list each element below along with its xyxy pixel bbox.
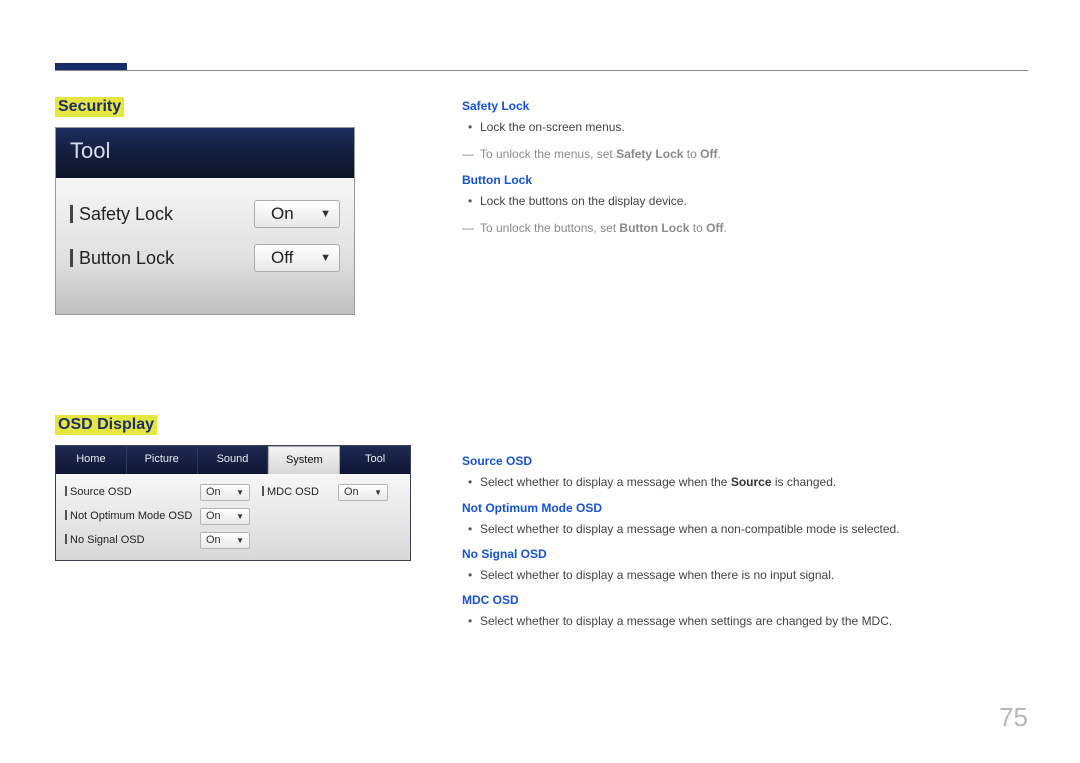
left-column: Security Tool Safety Lock On ▼ Button Lo…	[55, 97, 415, 561]
not-optimum-title: Not Optimum Mode OSD	[462, 501, 1042, 515]
osd-display-heading: OSD Display	[55, 415, 157, 435]
right-column: Safety Lock Lock the on-screen menus. To…	[462, 97, 1042, 640]
tab-home[interactable]: Home	[56, 446, 127, 474]
mdc-osd-title: MDC OSD	[462, 593, 1042, 607]
osd-item-label: MDC OSD	[262, 486, 338, 498]
tab-picture[interactable]: Picture	[127, 446, 198, 474]
list-item: Lock the buttons on the display device.	[462, 191, 1042, 211]
tab-sound[interactable]: Sound	[198, 446, 269, 474]
source-osd-dropdown[interactable]: On ▼	[200, 484, 250, 501]
osd-row: Source OSD On ▼ MDC OSD On ▼	[62, 480, 404, 504]
button-lock-note: To unlock the buttons, set Button Lock t…	[462, 219, 1042, 238]
tool-row-label: Safety Lock	[70, 204, 173, 225]
mdc-osd-list: Select whether to display a message when…	[462, 611, 1042, 631]
no-signal-title: No Signal OSD	[462, 547, 1042, 561]
dropdown-value: On	[206, 534, 221, 546]
page-number: 75	[999, 702, 1028, 733]
no-signal-dropdown[interactable]: On ▼	[200, 532, 250, 549]
chevron-down-icon: ▼	[374, 488, 382, 497]
button-lock-list: Lock the buttons on the display device.	[462, 191, 1042, 211]
tab-tool[interactable]: Tool	[340, 446, 410, 474]
security-heading: Security	[55, 97, 124, 117]
header-rule	[55, 70, 1028, 71]
osd-grid: Source OSD On ▼ MDC OSD On ▼ Not Optimum…	[56, 474, 410, 560]
tab-system[interactable]: System	[268, 446, 340, 474]
safety-lock-note: To unlock the menus, set Safety Lock to …	[462, 145, 1042, 164]
safety-lock-list: Lock the on-screen menus.	[462, 117, 1042, 137]
tool-row-button-lock: Button Lock Off ▼	[66, 236, 344, 280]
osd-tabs: Home Picture Sound System Tool	[56, 446, 410, 474]
list-item: Select whether to display a message when…	[462, 611, 1042, 631]
chevron-down-icon: ▼	[236, 536, 244, 545]
tool-row-safety-lock: Safety Lock On ▼	[66, 192, 344, 236]
osd-item-label: Source OSD	[62, 486, 200, 498]
source-osd-list: Select whether to display a message when…	[462, 472, 1042, 492]
mdc-osd-dropdown[interactable]: On ▼	[338, 484, 388, 501]
list-item: Lock the on-screen menus.	[462, 117, 1042, 137]
chevron-down-icon: ▼	[236, 512, 244, 521]
chevron-down-icon: ▼	[320, 252, 331, 264]
dropdown-value: On	[206, 510, 221, 522]
chevron-down-icon: ▼	[320, 208, 331, 220]
dropdown-value: Off	[271, 248, 293, 268]
list-item: Select whether to display a message when…	[462, 565, 1042, 585]
header-mark	[55, 63, 127, 70]
osd-item-label: No Signal OSD	[62, 534, 200, 546]
button-lock-dropdown[interactable]: Off ▼	[254, 244, 340, 272]
list-item: Select whether to display a message when…	[462, 472, 1042, 492]
safety-lock-dropdown[interactable]: On ▼	[254, 200, 340, 228]
not-optimum-dropdown[interactable]: On ▼	[200, 508, 250, 525]
not-optimum-list: Select whether to display a message when…	[462, 519, 1042, 539]
tool-panel-title: Tool	[56, 128, 354, 178]
button-lock-title: Button Lock	[462, 173, 1042, 187]
dropdown-value: On	[344, 486, 359, 498]
chevron-down-icon: ▼	[236, 488, 244, 497]
osd-row: No Signal OSD On ▼	[62, 528, 404, 552]
tool-panel: Tool Safety Lock On ▼ Button Lock Off ▼	[55, 127, 355, 315]
tool-row-label: Button Lock	[70, 248, 174, 269]
dropdown-value: On	[271, 204, 294, 224]
tool-panel-body: Safety Lock On ▼ Button Lock Off ▼	[56, 178, 354, 314]
no-signal-list: Select whether to display a message when…	[462, 565, 1042, 585]
list-item: Select whether to display a message when…	[462, 519, 1042, 539]
osd-panel: Home Picture Sound System Tool Source OS…	[55, 445, 411, 561]
osd-item-label: Not Optimum Mode OSD	[62, 510, 200, 522]
safety-lock-title: Safety Lock	[462, 99, 1042, 113]
dropdown-value: On	[206, 486, 221, 498]
osd-row: Not Optimum Mode OSD On ▼	[62, 504, 404, 528]
source-osd-title: Source OSD	[462, 454, 1042, 468]
